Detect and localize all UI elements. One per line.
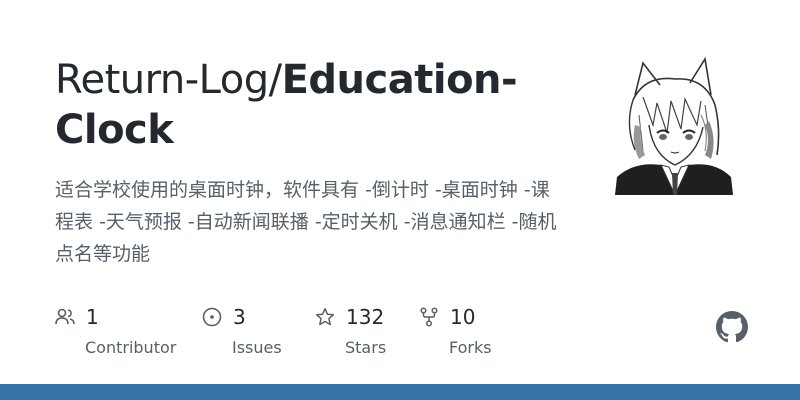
stat-issues[interactable]: 3 Issues [202, 303, 282, 357]
issue-opened-icon [202, 307, 222, 327]
issues-count: 3 [233, 305, 246, 329]
stat-forks[interactable]: 10 Forks [419, 303, 492, 357]
star-icon [315, 307, 335, 327]
forks-label: Forks [449, 338, 492, 357]
github-mark-icon[interactable] [716, 311, 748, 343]
stat-contributors[interactable]: 1 Contributor [55, 303, 176, 357]
issues-label: Issues [232, 338, 282, 357]
contributors-label: Contributor [85, 338, 177, 357]
stars-label: Stars [345, 338, 387, 357]
stars-count: 132 [346, 305, 385, 329]
repo-name-continued[interactable]: Clock [55, 107, 174, 153]
repo-name[interactable]: Education- [282, 57, 518, 103]
repo-social-card: Return-Log/Education- Clock 适合学校使用的桌面时钟，… [0, 0, 800, 400]
stat-stars[interactable]: 132 Stars [315, 303, 386, 357]
forks-count: 10 [450, 305, 476, 329]
repo-forked-icon [419, 307, 439, 327]
contributors-count: 1 [86, 305, 99, 329]
language-color-bar [0, 384, 800, 400]
repo-owner[interactable]: Return-Log/ [55, 57, 282, 103]
repo-description: 适合学校使用的桌面时钟，软件具有 -倒计时 -桌面时钟 -课程表 -天气预报 -… [55, 179, 557, 265]
owner-avatar[interactable] [605, 55, 745, 195]
repo-title[interactable]: Return-Log/Education- Clock [55, 55, 555, 155]
people-icon [55, 307, 75, 327]
